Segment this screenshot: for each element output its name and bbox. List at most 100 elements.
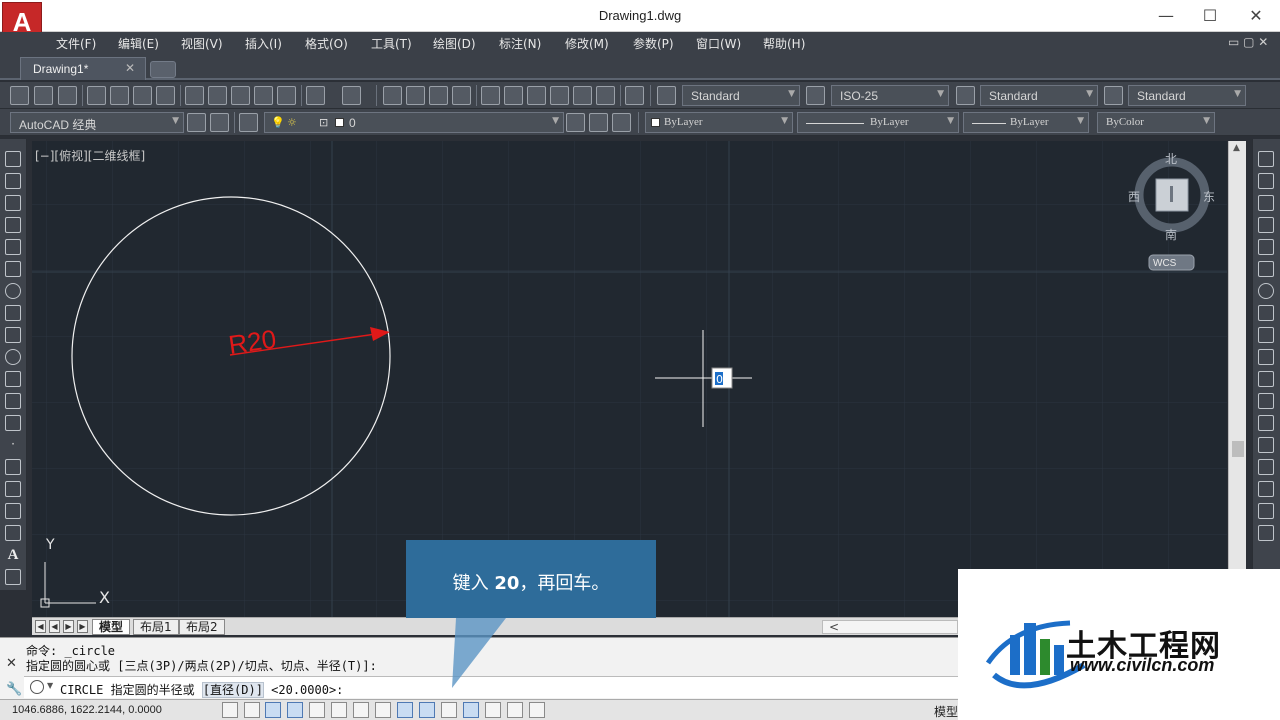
array-icon[interactable] xyxy=(1258,239,1274,255)
extend-icon[interactable] xyxy=(1258,371,1274,387)
menu-dimension[interactable]: 标注(N) xyxy=(499,35,541,52)
mirror-icon[interactable] xyxy=(1258,195,1274,211)
horizontal-scrollbar[interactable]: < xyxy=(822,620,958,634)
lineweight-select[interactable]: ByLayer ▼ xyxy=(963,112,1089,133)
blend-curves-icon[interactable] xyxy=(1258,503,1274,519)
layer-select[interactable]: 💡 ☼ ⊡ 0 ▼ xyxy=(264,112,564,133)
model-space-button[interactable]: 模型 xyxy=(934,703,958,720)
arc-icon[interactable] xyxy=(5,261,21,277)
properties-icon[interactable] xyxy=(481,86,500,105)
dim-style-icon[interactable] xyxy=(806,86,825,105)
menu-modify[interactable]: 修改(M) xyxy=(565,35,609,52)
region-icon[interactable] xyxy=(5,503,21,519)
viewport-controls-label[interactable]: [−][俯视][二维线框] xyxy=(35,147,145,164)
quick-properties-icon[interactable] xyxy=(485,702,501,718)
maximize-button[interactable]: ☐ xyxy=(1190,4,1230,28)
grid-display-icon[interactable] xyxy=(265,702,281,718)
zoom-window-icon[interactable] xyxy=(429,86,448,105)
menu-window[interactable]: 窗口(W) xyxy=(696,35,741,52)
dynamic-input-icon[interactable] xyxy=(419,702,435,718)
save-icon[interactable] xyxy=(58,86,77,105)
text-style-select[interactable]: Standard ▼ xyxy=(682,85,800,106)
multileader-style-icon[interactable] xyxy=(1104,86,1123,105)
line-tool-icon[interactable] xyxy=(5,151,21,167)
tab-drawing1[interactable]: Drawing1* ✕ xyxy=(20,57,146,80)
publish-icon[interactable] xyxy=(133,86,152,105)
block-editor-icon[interactable] xyxy=(277,86,296,105)
viewcube-south[interactable]: 南 xyxy=(1165,227,1177,242)
copy-icon[interactable] xyxy=(208,86,227,105)
color-select[interactable]: ByLayer ▼ xyxy=(645,112,793,133)
3d-object-snap-icon[interactable] xyxy=(353,702,369,718)
copy-object-icon[interactable] xyxy=(1258,173,1274,189)
insert-block-icon[interactable] xyxy=(5,393,21,409)
minimize-button[interactable]: — xyxy=(1146,4,1186,28)
vertical-scroll-thumb[interactable] xyxy=(1232,441,1244,457)
make-current-layer-icon[interactable] xyxy=(566,113,585,132)
join-icon[interactable] xyxy=(1258,437,1274,453)
new-drawing-tab-button[interactable] xyxy=(150,61,176,78)
annotation-monitor-icon[interactable] xyxy=(529,702,545,718)
menu-format[interactable]: 格式(O) xyxy=(305,35,348,52)
layer-state-icon[interactable] xyxy=(612,113,631,132)
tool-palettes-icon[interactable] xyxy=(527,86,546,105)
zoom-realtime-icon[interactable] xyxy=(406,86,425,105)
previous-layout-icon[interactable]: ◀ xyxy=(49,620,60,633)
calculator-icon[interactable] xyxy=(596,86,615,105)
mdi-window-controls[interactable]: ▭ ▢ ✕ xyxy=(1228,35,1268,49)
make-block-icon[interactable] xyxy=(5,415,21,431)
lineweight-icon[interactable] xyxy=(441,702,457,718)
close-icon[interactable]: ✕ xyxy=(6,656,17,671)
workspace-toolbar-icon[interactable] xyxy=(210,113,229,132)
polygon-icon[interactable] xyxy=(5,217,21,233)
workspace-select[interactable]: AutoCAD 经典 ▼ xyxy=(10,112,184,133)
pan-hand-icon[interactable] xyxy=(383,86,402,105)
workspace-settings-gear-icon[interactable] xyxy=(187,113,206,132)
menu-tools[interactable]: 工具(T) xyxy=(371,35,412,52)
layer-previous-icon[interactable] xyxy=(589,113,608,132)
undo-icon[interactable] xyxy=(306,86,325,105)
menu-parametric[interactable]: 参数(P) xyxy=(633,35,674,52)
print-icon[interactable] xyxy=(87,86,106,105)
vertical-scrollbar[interactable]: ▲ xyxy=(1228,141,1246,617)
markup-icon[interactable] xyxy=(573,86,592,105)
trim-icon[interactable] xyxy=(1258,349,1274,365)
menu-edit[interactable]: 编辑(E) xyxy=(118,35,159,52)
layer-manager-icon[interactable] xyxy=(239,113,258,132)
rectangle-icon[interactable] xyxy=(5,239,21,255)
break-icon[interactable] xyxy=(1258,415,1274,431)
last-layout-icon[interactable]: ▶ xyxy=(77,620,88,633)
dynamic-ucs-icon[interactable] xyxy=(397,702,413,718)
move-icon[interactable] xyxy=(1258,261,1274,277)
design-center-icon[interactable] xyxy=(504,86,523,105)
scale-icon[interactable] xyxy=(1258,305,1274,321)
menu-insert[interactable]: 插入(I) xyxy=(245,35,282,52)
menu-help[interactable]: 帮助(H) xyxy=(763,35,805,52)
dim-style-select[interactable]: ISO-25 ▼ xyxy=(831,85,949,106)
recent-commands-icon[interactable] xyxy=(30,680,44,694)
text-style-icon[interactable] xyxy=(657,86,676,105)
next-layout-icon[interactable]: ▶ xyxy=(63,620,74,633)
ortho-mode-icon[interactable] xyxy=(287,702,303,718)
hatch-icon[interactable] xyxy=(5,459,21,475)
object-snap-icon[interactable] xyxy=(331,702,347,718)
spline-icon[interactable] xyxy=(5,327,21,343)
break-at-point-icon[interactable] xyxy=(1258,393,1274,409)
viewcube-north[interactable]: 北 xyxy=(1165,152,1177,166)
chamfer-icon[interactable] xyxy=(1258,459,1274,475)
close-icon[interactable]: ✕ xyxy=(125,61,135,75)
circle-tool-icon[interactable] xyxy=(5,283,21,299)
redo-icon[interactable] xyxy=(342,86,361,105)
table-icon[interactable] xyxy=(5,525,21,541)
close-window-button[interactable]: ✕ xyxy=(1236,4,1276,28)
3d-print-icon[interactable] xyxy=(156,86,175,105)
diameter-option[interactable]: [直径(D)] xyxy=(201,682,264,698)
plot-style-select[interactable]: ByColor ▼ xyxy=(1097,112,1215,133)
multiline-text-icon[interactable]: A xyxy=(5,547,21,563)
construction-line-icon[interactable] xyxy=(5,173,21,189)
tab-model[interactable]: 模型 xyxy=(92,619,131,635)
help-icon[interactable] xyxy=(625,86,644,105)
cut-icon[interactable] xyxy=(185,86,204,105)
linetype-select[interactable]: ByLayer ▼ xyxy=(797,112,959,133)
transparency-icon[interactable] xyxy=(463,702,479,718)
